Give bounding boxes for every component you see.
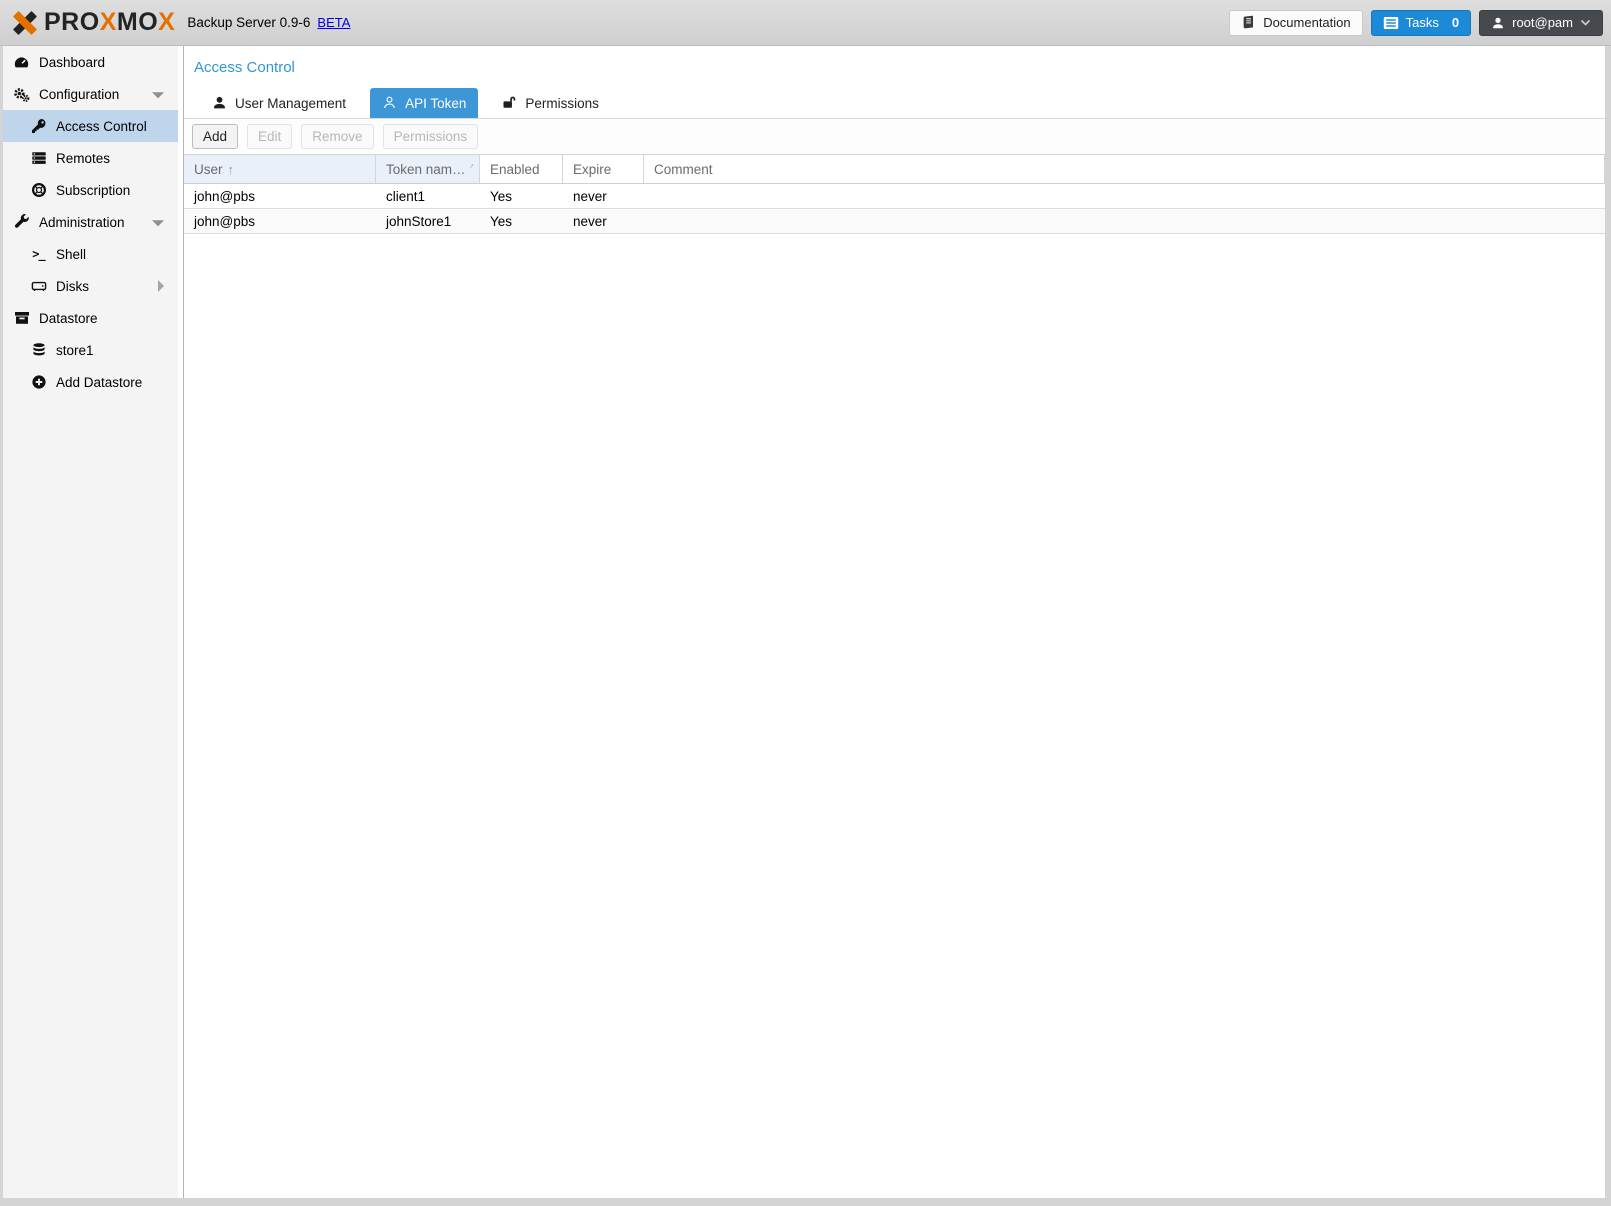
api-token-grid: User ↑ Token nam… ↑ Enabled Expire Comme bbox=[184, 155, 1605, 1198]
column-header-comment[interactable]: Comment bbox=[644, 155, 1605, 183]
support-icon bbox=[30, 182, 47, 199]
sidebar-item-dashboard[interactable]: Dashboard bbox=[3, 46, 178, 78]
sort-asc-icon: ↑ bbox=[228, 162, 235, 177]
sidebar-item-label: Dashboard bbox=[39, 55, 105, 70]
sidebar-item-label: Shell bbox=[56, 247, 86, 262]
task-list-icon bbox=[1383, 16, 1399, 30]
book-icon bbox=[1241, 15, 1256, 30]
cell-expire: never bbox=[563, 184, 644, 208]
remove-button: Remove bbox=[301, 124, 373, 149]
sidebar-item-remotes[interactable]: Remotes bbox=[3, 142, 178, 174]
sidebar-item-label: Configuration bbox=[39, 87, 119, 102]
cell-user: john@pbs bbox=[184, 184, 376, 208]
sidebar-item-label: Add Datastore bbox=[56, 375, 142, 390]
sidebar-item-label: Administration bbox=[39, 215, 125, 230]
expand-arrow-icon[interactable] bbox=[158, 280, 164, 292]
tab-label: User Management bbox=[235, 96, 346, 111]
terminal-icon: >_ bbox=[30, 246, 47, 263]
edit-button: Edit bbox=[247, 124, 292, 149]
proxmox-backup-server-app: PROXMOX Backup Server 0.9-6 BETA Documen… bbox=[0, 0, 1611, 1206]
cell-enabled: Yes bbox=[480, 209, 563, 233]
sidebar-item-label: Remotes bbox=[56, 151, 110, 166]
cell-token-name: johnStore1 bbox=[376, 209, 480, 233]
wrench-icon bbox=[13, 214, 30, 231]
proxmox-logo: PROXMOX bbox=[10, 8, 175, 38]
documentation-label: Documentation bbox=[1263, 15, 1350, 30]
user-icon bbox=[212, 95, 228, 111]
tasks-count-badge: 0 bbox=[1452, 15, 1459, 30]
sidebar-item-administration[interactable]: Administration bbox=[3, 206, 178, 238]
cell-token-name: client1 bbox=[376, 184, 480, 208]
sidebar-item-disks[interactable]: Disks bbox=[3, 270, 178, 302]
sidebar-item-label: Disks bbox=[56, 279, 89, 294]
cell-expire: never bbox=[563, 209, 644, 233]
column-header-token-name[interactable]: Token nam… ↑ bbox=[376, 155, 480, 183]
sidebar-nav: Dashboard Configuration bbox=[3, 46, 178, 1198]
tab-bar: User Management API Token bbox=[184, 88, 1605, 119]
sidebar-item-shell[interactable]: >_ Shell bbox=[3, 238, 178, 270]
remotes-icon bbox=[30, 150, 47, 167]
grid-header: User ↑ Token nam… ↑ Enabled Expire Comme bbox=[184, 155, 1605, 184]
column-header-user[interactable]: User ↑ bbox=[184, 155, 376, 183]
tab-api-token[interactable]: API Token bbox=[370, 88, 478, 118]
documentation-button[interactable]: Documentation bbox=[1229, 10, 1362, 36]
sort-asc-icon: ↑ bbox=[466, 161, 476, 172]
key-icon bbox=[30, 118, 47, 135]
sidebar-item-label: Access Control bbox=[56, 119, 147, 134]
sidebar-item-store1[interactable]: store1 bbox=[3, 334, 178, 366]
grid-empty-area bbox=[184, 234, 1605, 1198]
table-row[interactable]: john@pbs client1 Yes never bbox=[184, 184, 1605, 209]
collapse-arrow-icon[interactable] bbox=[152, 220, 164, 226]
column-header-expire[interactable]: Expire bbox=[563, 155, 644, 183]
permissions-button: Permissions bbox=[383, 124, 479, 149]
cell-comment bbox=[644, 184, 1605, 208]
add-button[interactable]: Add bbox=[192, 124, 238, 149]
sidebar-item-label: Datastore bbox=[39, 311, 98, 326]
collapse-arrow-icon[interactable] bbox=[152, 92, 164, 98]
beta-link[interactable]: BETA bbox=[317, 15, 350, 30]
tasks-button[interactable]: Tasks 0 bbox=[1371, 10, 1471, 36]
sidebar-item-subscription[interactable]: Subscription bbox=[3, 174, 178, 206]
user-icon bbox=[1491, 16, 1505, 30]
cell-user: john@pbs bbox=[184, 209, 376, 233]
user-menu-button[interactable]: root@pam bbox=[1479, 10, 1603, 36]
hdd-icon bbox=[30, 278, 47, 295]
archive-icon bbox=[13, 310, 30, 327]
proxmox-wordmark: PROXMOX bbox=[44, 8, 175, 37]
user-outline-icon bbox=[382, 95, 398, 111]
sidebar-item-label: Subscription bbox=[56, 183, 130, 198]
column-header-enabled[interactable]: Enabled bbox=[480, 155, 563, 183]
tab-label: API Token bbox=[405, 96, 466, 111]
sidebar-item-label: store1 bbox=[56, 343, 94, 358]
tab-permissions[interactable]: Permissions bbox=[490, 88, 611, 118]
dashboard-icon bbox=[13, 54, 30, 71]
tab-user-management[interactable]: User Management bbox=[200, 88, 358, 118]
proxmox-x-mark-icon bbox=[10, 8, 40, 38]
product-version-label: Backup Server 0.9-6 bbox=[187, 15, 310, 30]
page-title: Access Control bbox=[184, 59, 1605, 88]
plus-circle-icon bbox=[30, 374, 47, 391]
chevron-down-icon bbox=[1580, 19, 1591, 27]
cell-comment bbox=[644, 209, 1605, 233]
cell-enabled: Yes bbox=[480, 184, 563, 208]
unlock-icon bbox=[502, 95, 518, 111]
sidebar-item-add-datastore[interactable]: Add Datastore bbox=[3, 366, 178, 398]
top-bar: PROXMOX Backup Server 0.9-6 BETA Documen… bbox=[0, 0, 1611, 46]
access-control-header: Access Control User Management bbox=[184, 46, 1605, 119]
table-row[interactable]: john@pbs johnStore1 Yes never bbox=[184, 209, 1605, 234]
sidebar-item-configuration[interactable]: Configuration bbox=[3, 78, 178, 110]
sidebar-item-access-control[interactable]: Access Control bbox=[3, 110, 178, 142]
sidebar-item-datastore[interactable]: Datastore bbox=[3, 302, 178, 334]
tasks-label: Tasks bbox=[1406, 15, 1439, 30]
grid-toolbar: Add Edit Remove Permissions bbox=[184, 119, 1605, 155]
gears-icon bbox=[13, 86, 30, 103]
tab-label: Permissions bbox=[525, 96, 599, 111]
user-menu-label: root@pam bbox=[1512, 15, 1573, 30]
database-icon bbox=[30, 342, 47, 359]
main-panel: Access Control User Management bbox=[184, 46, 1605, 1198]
